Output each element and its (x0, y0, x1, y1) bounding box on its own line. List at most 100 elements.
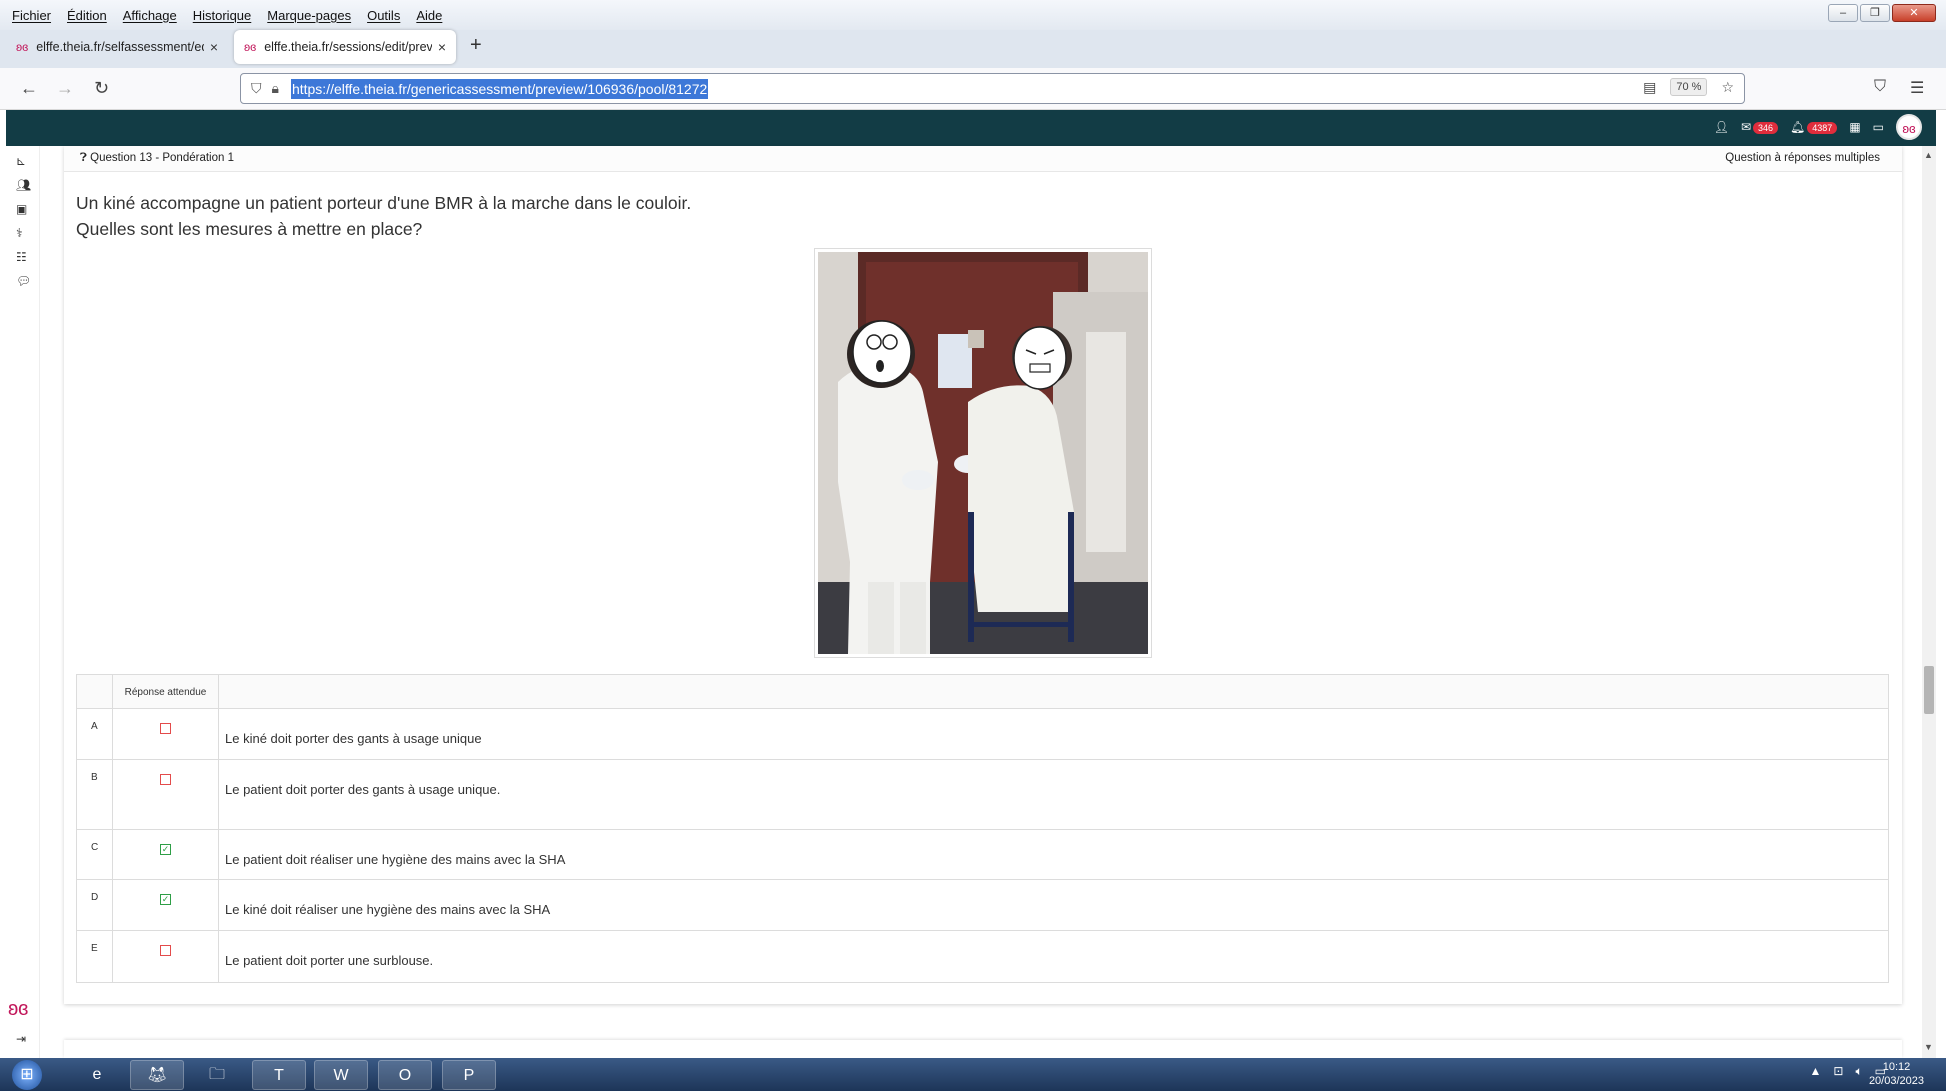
answer-expected-cell: ✓ (113, 880, 219, 930)
question-statement: Un kiné accompagne un patient porteur d'… (76, 190, 691, 242)
hamburger-menu-icon[interactable]: ☰ (1910, 78, 1924, 98)
unchecked-box-icon: ✓ (160, 774, 171, 785)
answer-row-c: C ✓ Le patient doit réaliser une hygiène… (77, 830, 1888, 880)
answer-text: Le patient doit porter une surblouse. (225, 953, 434, 968)
menu-bar: Fichier Édition Affichage Historique Mar… (0, 0, 1946, 30)
chart-icon[interactable]: ⊾ (16, 154, 26, 168)
question-mark-icon: ❓︎ (80, 152, 87, 164)
volume-icon[interactable]: 🔈︎ (1855, 1064, 1862, 1079)
unchecked-box-icon: ✓ (160, 723, 171, 734)
pocket-icon[interactable]: ⛉ (1874, 78, 1886, 96)
zoom-level[interactable]: 70 % (1670, 78, 1708, 96)
tab-sessions-edit[interactable]: ʚɞ elffe.theia.fr/sessions/edit/prev × (234, 30, 456, 64)
minimize-button[interactable]: – (1828, 4, 1858, 22)
outlook-icon[interactable]: O (378, 1060, 432, 1090)
clock-time: 10:12 (1882, 1061, 1911, 1073)
scroll-up-icon[interactable]: ▲ (1924, 150, 1933, 160)
start-button[interactable]: ⊞ (12, 1060, 42, 1090)
bookmark-star-icon[interactable]: ☆ (1721, 79, 1734, 96)
user-avatar[interactable]: ʚɞ (1896, 114, 1922, 140)
page-scrollbar[interactable]: ▲ ▼ (1922, 146, 1936, 1058)
lock-icon[interactable]: 🔒︎ (272, 80, 279, 97)
file-explorer-icon[interactable]: 🗀 (190, 1060, 244, 1090)
firefox-icon[interactable]: 🦊︎ (130, 1060, 184, 1090)
answer-text: Le patient doit réaliser une hygiène des… (225, 852, 566, 867)
close-window-button[interactable]: ✕ (1892, 4, 1936, 22)
answer-expected-cell: ✓ (113, 709, 219, 759)
question-line-1: Un kiné accompagne un patient porteur d'… (76, 193, 692, 213)
header-actions: 👤︎ ✉ 346 🔔︎ 4387 ▦ ▭ ʚɞ (1714, 114, 1922, 140)
address-bar[interactable]: ⛉ 🔒︎ https://elffe.theia.fr/genericasses… (240, 73, 1745, 104)
reload-icon[interactable]: ↻ (94, 78, 109, 99)
menu-marque-pages[interactable]: Marque-pages (259, 8, 359, 23)
tray-arrow-icon[interactable]: ▲ (1810, 1064, 1822, 1079)
presentation-icon[interactable]: ▣ (16, 202, 27, 216)
reader-view-icon[interactable]: ▤ (1643, 79, 1656, 96)
expected-answer-header: Réponse attendue (113, 675, 219, 708)
answer-letter: C (77, 830, 113, 879)
notifications-button[interactable]: 🔔︎ 4387 (1790, 120, 1838, 134)
answer-row-e: E ✓ Le patient doit porter une surblouse… (77, 931, 1888, 982)
menu-aide[interactable]: Aide (408, 8, 450, 23)
id-card-icon[interactable]: ▭ (1873, 120, 1884, 134)
navigation-bar: ← → ↻ ⛉ 🔒︎ https://elffe.theia.fr/generi… (0, 68, 1946, 110)
shield-icon[interactable]: ⛉ (251, 80, 262, 97)
checked-box-icon: ✓ (160, 844, 171, 855)
header-letter-cell (77, 675, 113, 708)
answer-row-b: B ✓ Le patient doit porter des gants à u… (77, 760, 1888, 830)
users-icon[interactable]: 👥︎ (16, 178, 31, 192)
taskbar-clock[interactable]: 10:12 20/03/2023 (1869, 1060, 1924, 1088)
url-text[interactable]: https://elffe.theia.fr/genericassessment… (290, 78, 709, 99)
scrollbar-thumb[interactable] (1924, 666, 1934, 714)
left-sidebar: ⊾ 👥︎ ▣ ⚕ ☷ 💬︎ (6, 146, 40, 1058)
tab-close-icon[interactable]: × (210, 39, 218, 55)
menu-outils[interactable]: Outils (359, 8, 408, 23)
answer-letter: B (77, 760, 113, 829)
header-text-cell (219, 675, 1888, 708)
tab-label: elffe.theia.fr/sessions/edit/prev (264, 40, 432, 54)
answers-table: Réponse attendue A ✓ Le kiné doit porter… (76, 674, 1889, 983)
menu-list: Fichier Édition Affichage Historique Mar… (0, 8, 450, 23)
question-title: ❓︎ Question 13 - Pondération 1 (80, 152, 234, 165)
next-question-card (64, 1040, 1902, 1058)
question-photo (814, 248, 1152, 658)
menu-fichier[interactable]: Fichier (4, 8, 59, 23)
unchecked-box-icon: ✓ (160, 945, 171, 956)
messages-button[interactable]: ✉ 346 (1740, 120, 1779, 134)
photo-illustration (818, 252, 1148, 654)
stethoscope-icon[interactable]: ⚕ (16, 226, 23, 240)
menu-edition[interactable]: Édition (59, 8, 115, 23)
notifications-badge: 4387 (1807, 122, 1838, 134)
envelope-icon: ✉ (1740, 120, 1752, 134)
internet-explorer-icon[interactable]: e (70, 1060, 124, 1090)
answers-table-header: Réponse attendue (77, 675, 1888, 709)
list-chart-icon[interactable]: ☷ (16, 250, 27, 264)
answer-letter: E (77, 931, 113, 982)
new-tab-button[interactable]: + (470, 34, 482, 57)
network-icon[interactable]: ⊡ (1833, 1064, 1843, 1079)
menu-affichage[interactable]: Affichage (115, 8, 185, 23)
checked-box-icon: ✓ (160, 894, 171, 905)
restore-button[interactable]: ❐ (1860, 4, 1890, 22)
user-add-icon[interactable]: 👤︎ (1714, 120, 1729, 134)
grid-menu-icon[interactable]: ▦ (1849, 120, 1860, 134)
butterfly-logo-icon[interactable]: ʚɞ (8, 998, 28, 1021)
app-header: 👤︎ ✉ 346 🔔︎ 4387 ▦ ▭ ʚɞ (6, 110, 1936, 146)
question-type: Question à réponses multiples (1725, 152, 1880, 164)
question-card: ❓︎ Question 13 - Pondération 1 Question … (64, 146, 1902, 1004)
menu-historique[interactable]: Historique (185, 8, 260, 23)
address-bar-actions: ▤ 70 % ☆ (1643, 78, 1734, 96)
word-icon[interactable]: W (314, 1060, 368, 1090)
answer-row-a: A ✓ Le kiné doit porter des gants à usag… (77, 709, 1888, 760)
teams-icon[interactable]: T (252, 1060, 306, 1090)
answer-expected-cell: ✓ (113, 760, 219, 829)
back-arrow-icon[interactable]: ← (20, 78, 38, 99)
tab-selfassessment[interactable]: ʚɞ elffe.theia.fr/selfassessment/ed × (6, 30, 228, 64)
powerpoint-icon[interactable]: P (442, 1060, 496, 1090)
forward-arrow-icon[interactable]: → (56, 78, 74, 99)
chat-icon[interactable]: 💬︎ (16, 274, 31, 288)
collapse-sidebar-icon[interactable]: ⇥ (16, 1032, 26, 1046)
butterfly-favicon-icon: ʚɞ (16, 40, 29, 54)
tab-close-icon[interactable]: × (438, 39, 446, 55)
scroll-down-icon[interactable]: ▼ (1924, 1042, 1933, 1052)
